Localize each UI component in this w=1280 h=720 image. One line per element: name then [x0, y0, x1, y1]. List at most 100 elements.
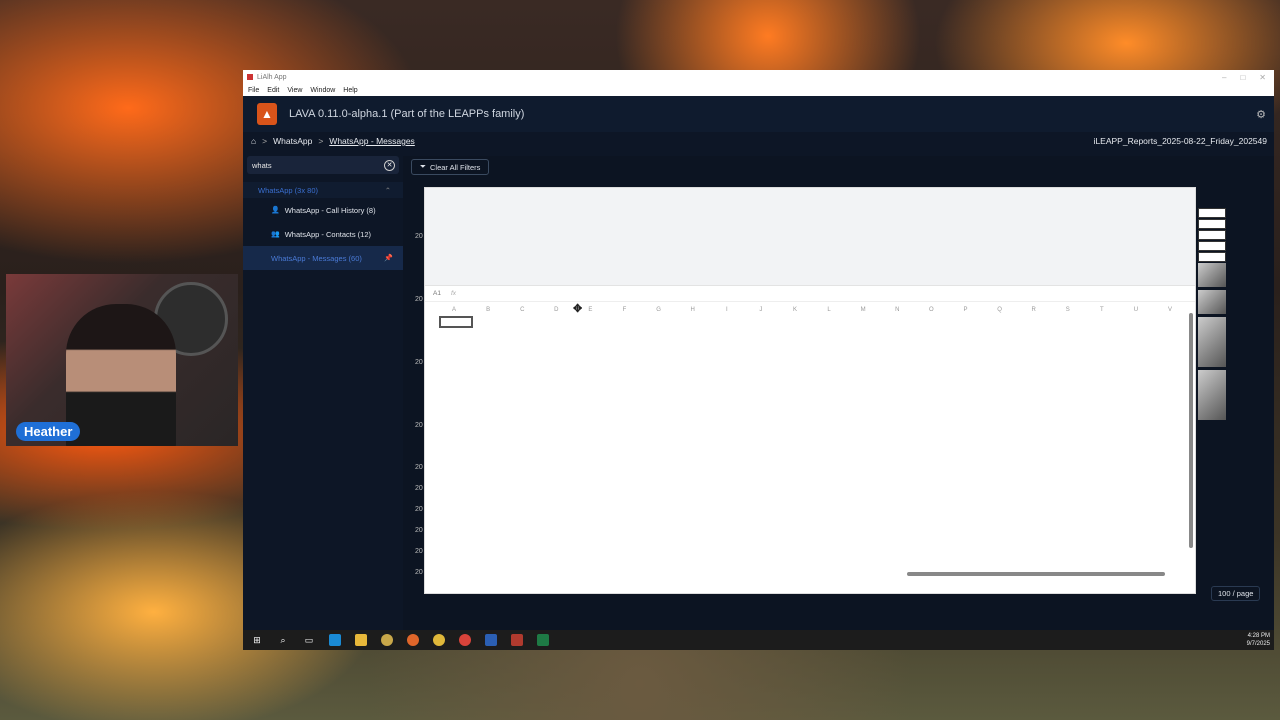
app-header: ▲ LAVA 0.11.0-alpha.1 (Part of the LEAPP… [243, 96, 1274, 132]
menu-bar: File Edit View Window Help [243, 84, 1274, 96]
lava-logo-icon: ▲ [257, 103, 277, 125]
row-label: 20 [415, 548, 423, 555]
maximize-icon[interactable]: □ [1240, 73, 1245, 82]
filter-icon: ⏷ [420, 162, 426, 171]
row-label: 20 [415, 296, 423, 303]
column-header[interactable]: L [812, 307, 846, 317]
clear-filters-label: Clear All Filters [430, 162, 481, 172]
breadcrumb-separator: > [318, 136, 324, 146]
thumbnail[interactable] [1198, 252, 1226, 262]
thumbnail[interactable] [1198, 263, 1226, 287]
sidebar-search-input[interactable]: whats ✕ [247, 156, 399, 174]
vertical-scrollbar[interactable] [1189, 313, 1193, 548]
row-label: 20 [415, 422, 423, 429]
lava-app-icon[interactable] [511, 634, 523, 646]
spreadsheet-window: A1 fx ABCDEFGHIJKLMNOPQRSTUV [424, 187, 1196, 594]
row-label: 20 [415, 464, 423, 471]
thumbnail[interactable] [1198, 370, 1226, 420]
users-icon: 👥 [271, 231, 280, 238]
sidebar: whats ✕ WhatsApp (3x 80) ⌃ 👤 WhatsApp - … [243, 156, 403, 630]
settings-gear-icon[interactable]: ⚙ [1256, 108, 1266, 121]
taskbar-clock[interactable]: 4:28 PM 9/7/2025 [1247, 632, 1270, 648]
selected-cell-a1[interactable] [439, 316, 473, 328]
word-icon[interactable] [485, 634, 497, 646]
name-box[interactable]: A1 [433, 290, 441, 297]
breadcrumb-separator: > [262, 136, 268, 146]
chrome-icon[interactable] [433, 634, 445, 646]
attachment-thumbnails [1198, 208, 1230, 423]
column-header[interactable]: B [471, 307, 505, 317]
chrome-profile-icon[interactable] [459, 634, 471, 646]
task-view-icon[interactable]: ▭ [303, 634, 315, 646]
column-header[interactable]: R [1017, 307, 1051, 317]
column-header[interactable]: P [948, 307, 982, 317]
formula-bar: A1 fx [425, 286, 1195, 302]
menu-file[interactable]: File [248, 87, 259, 94]
column-header[interactable]: T [1085, 307, 1119, 317]
row-label: 20 [415, 569, 423, 576]
minimize-icon[interactable]: – [1222, 73, 1226, 82]
app-title: LAVA 0.11.0-alpha.1 (Part of the LEAPPs … [289, 108, 525, 120]
search-icon[interactable]: ⌕ [277, 634, 289, 646]
windows-start-icon[interactable]: ⊞ [251, 634, 263, 646]
column-header[interactable]: V [1153, 307, 1187, 317]
row-label: 20 [415, 485, 423, 492]
fx-label: fx [450, 290, 457, 297]
column-header[interactable]: C [505, 307, 539, 317]
column-header[interactable]: G [642, 307, 676, 317]
presenter-video [66, 304, 176, 446]
column-header[interactable]: H [676, 307, 710, 317]
taskbar: ⊞ ⌕ ▭ 4:28 PM 9/7/2025 [243, 630, 1274, 650]
clock-date: 9/7/2025 [1246, 641, 1270, 647]
column-header[interactable]: K [778, 307, 812, 317]
move-cursor-icon: ✥ [573, 303, 583, 315]
user-icon: 👤 [271, 207, 280, 214]
menu-view[interactable]: View [287, 87, 302, 94]
row-label: 20 [415, 527, 423, 534]
breadcrumb-whatsapp[interactable]: WhatsApp [273, 136, 312, 146]
sidebar-item-label: WhatsApp - Contacts (12) [284, 229, 372, 239]
column-header[interactable]: I [710, 307, 744, 317]
pin-icon[interactable]: 📌 [384, 254, 393, 262]
column-header[interactable]: S [1051, 307, 1085, 317]
column-header[interactable]: O [914, 307, 948, 317]
sidebar-item-call-history[interactable]: 👤 WhatsApp - Call History (8) [243, 198, 403, 222]
home-icon[interactable]: ⌂ [251, 136, 256, 146]
horizontal-scrollbar[interactable] [907, 572, 1165, 576]
column-header[interactable]: U [1119, 307, 1153, 317]
clear-filters-button[interactable]: ⏷ Clear All Filters [411, 159, 490, 175]
firefox-icon[interactable] [407, 634, 419, 646]
column-header[interactable]: Q [983, 307, 1017, 317]
sidebar-item-messages[interactable]: WhatsApp - Messages (60) 📌 [243, 246, 403, 270]
breadcrumb-messages[interactable]: WhatsApp - Messages [329, 136, 415, 146]
thumbnail[interactable] [1198, 219, 1226, 229]
column-header[interactable]: J [744, 307, 778, 317]
thumbnail[interactable] [1198, 241, 1226, 251]
window-controls: – □ ✕ [1222, 73, 1274, 82]
clock-time: 4:28 PM [1247, 633, 1270, 639]
close-icon[interactable]: ✕ [1259, 73, 1266, 82]
thumbnail[interactable] [1198, 230, 1226, 240]
menu-edit[interactable]: Edit [267, 87, 279, 94]
thumbnail[interactable] [1198, 290, 1226, 314]
menu-window[interactable]: Window [310, 87, 335, 94]
thumbnail[interactable] [1198, 317, 1226, 367]
column-header[interactable]: M [846, 307, 880, 317]
clear-search-icon[interactable]: ✕ [384, 159, 395, 171]
sidebar-item-label: WhatsApp - Call History (8) [284, 205, 376, 215]
column-header[interactable]: D [539, 307, 573, 317]
row-label: 20 [415, 233, 423, 240]
file-explorer-icon[interactable] [355, 634, 367, 646]
page-size-select[interactable]: 100 / page [1211, 586, 1261, 601]
excel-icon[interactable] [537, 634, 549, 646]
column-header[interactable]: F [607, 307, 641, 317]
edge-icon[interactable] [329, 634, 341, 646]
menu-help[interactable]: Help [343, 87, 357, 94]
sidebar-item-contacts[interactable]: 👥 WhatsApp - Contacts (12) [243, 222, 403, 246]
column-header[interactable]: N [880, 307, 914, 317]
column-headers: ABCDEFGHIJKLMNOPQRSTUV [437, 307, 1187, 317]
thumbnail[interactable] [1198, 208, 1226, 218]
sidebar-group-whatsapp[interactable]: WhatsApp (3x 80) ⌃ [243, 182, 403, 198]
compass-icon[interactable] [381, 634, 393, 646]
sidebar-item-label: WhatsApp - Messages (60) [271, 253, 362, 263]
